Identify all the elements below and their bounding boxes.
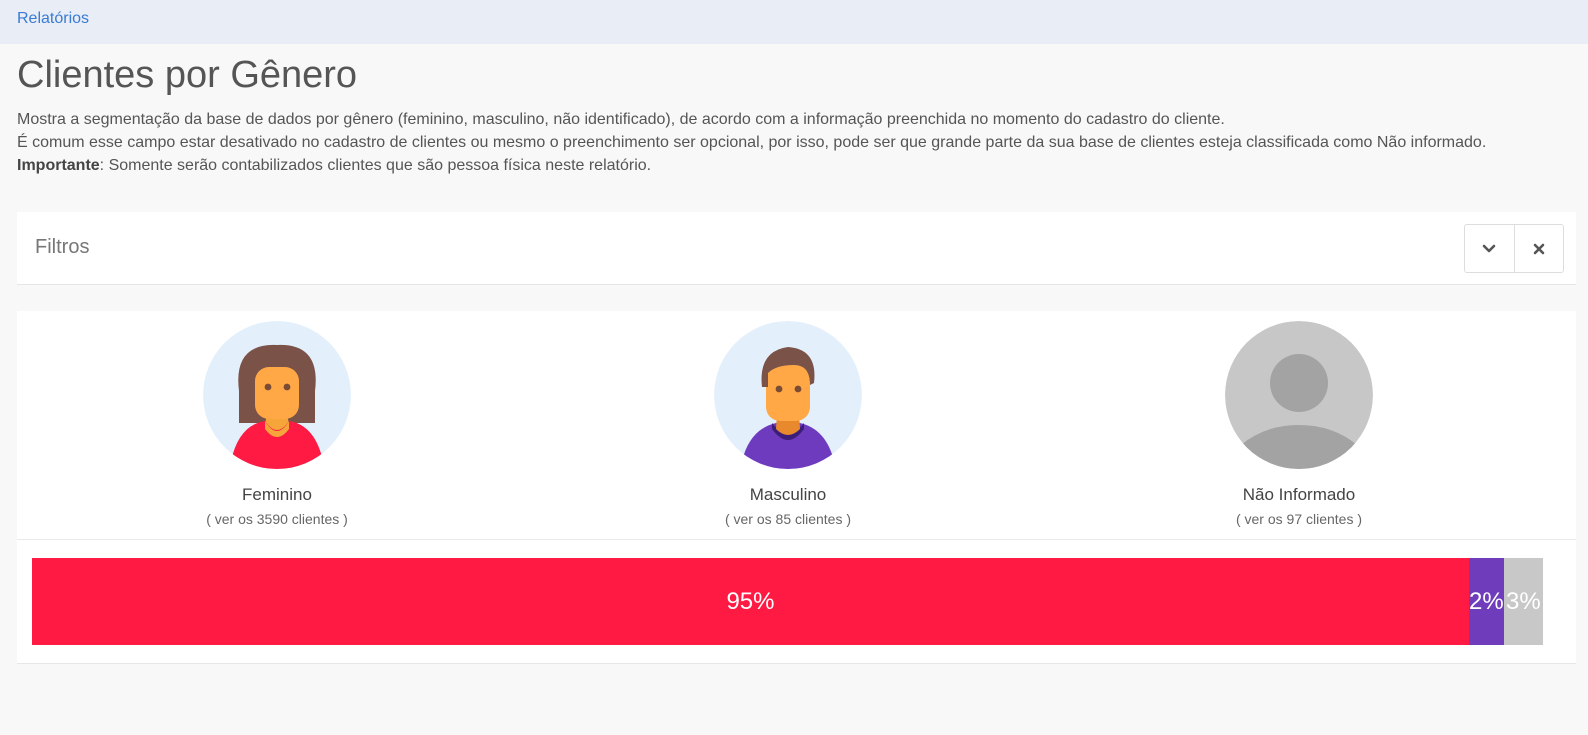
gender-label-male[interactable]: Masculino	[528, 485, 1048, 505]
page-description: Mostra a segmentação da base de dados po…	[17, 108, 1572, 177]
filters-title: Filtros	[35, 236, 90, 258]
male-avatar-icon	[714, 321, 862, 469]
gender-link-male[interactable]: ( ver os 85 clientes )	[528, 511, 1048, 527]
gender-distribution-bar: 95% 2% 3%	[32, 558, 1543, 645]
gender-label-unknown[interactable]: Não Informado	[1039, 485, 1559, 505]
important-note: Importante: Somente serão contabilizados…	[17, 154, 1572, 177]
breadcrumb: Relatórios	[0, 0, 1588, 44]
filters-panel: Filtros	[17, 212, 1576, 285]
gender-unknown: Não Informado ( ver os 97 clientes )	[1039, 321, 1559, 527]
bar-segment-unknown: 3%	[1503, 558, 1543, 645]
filters-collapse-button[interactable]	[1465, 225, 1514, 272]
unknown-avatar-icon	[1225, 321, 1373, 469]
bar-segment-female: 95%	[32, 558, 1469, 645]
chevron-down-icon	[1483, 244, 1496, 252]
gender-female: Feminino ( ver os 3590 clientes )	[17, 321, 537, 527]
breadcrumb-link-relatorios[interactable]: Relatórios	[17, 10, 89, 28]
filters-close-button[interactable]	[1513, 225, 1563, 272]
gender-label-female[interactable]: Feminino	[17, 485, 537, 505]
bar-segment-male: 2%	[1468, 558, 1504, 645]
filters-button-group	[1464, 224, 1564, 273]
description-line-2: É comum esse campo estar desativado no c…	[17, 134, 1487, 151]
important-label: Importante	[17, 157, 100, 174]
gender-summary-card: Feminino ( ver os 3590 clientes ) Mascul…	[17, 311, 1576, 664]
close-icon	[1533, 243, 1545, 254]
page-title: Clientes por Gênero	[17, 54, 358, 96]
section-divider	[17, 539, 1576, 540]
important-text: : Somente serão contabilizados clientes …	[99, 157, 652, 174]
gender-link-unknown[interactable]: ( ver os 97 clientes )	[1039, 511, 1559, 527]
description-line-1: Mostra a segmentação da base de dados po…	[17, 111, 1225, 128]
female-avatar-icon	[203, 321, 351, 469]
gender-male: Masculino ( ver os 85 clientes )	[528, 321, 1048, 527]
gender-link-female[interactable]: ( ver os 3590 clientes )	[17, 511, 537, 527]
